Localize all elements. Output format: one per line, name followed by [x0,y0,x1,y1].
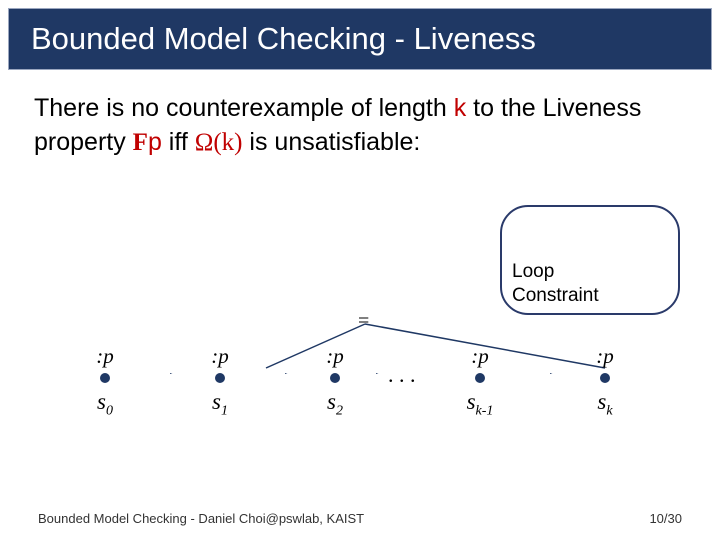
title-bar: Bounded Model Checking - Liveness [8,8,712,70]
arrow-k1-k [490,372,560,374]
dot-icon [475,373,485,383]
state-sub-3: k-1 [476,404,494,419]
body-post: is unsatisfiable: [242,128,420,156]
loop-label-line1: Loop [512,261,554,282]
dot-icon [100,373,110,383]
body-omega: Ω(k) [195,129,243,156]
state-var-1: s [212,389,221,414]
state-sub-2: 2 [336,404,343,419]
arrow-1-2 [225,372,295,374]
dot-icon [330,373,340,383]
state-label-3: sk-1 [435,389,525,420]
state-s0: :p s0 [60,344,150,420]
state-label-4: sk [560,389,650,420]
ellipsis: . . . [388,362,416,388]
state-s1: :p s1 [175,344,265,420]
body-pre: There is no counterexample of length [34,94,454,122]
footer-page-number: 10/30 [649,511,682,526]
dot-icon [600,373,610,383]
body-text: There is no counterexample of length k t… [34,92,686,160]
slide-title: Bounded Model Checking - Liveness [31,21,536,57]
loop-constraint-label: Loop Constraint [512,260,662,308]
state-sub-1: 1 [221,404,228,419]
neg-p-2: :p [290,344,380,369]
state-sub-4: k [606,404,612,419]
state-s2: :p s2 [290,344,380,420]
state-sub-0: 0 [106,404,113,419]
body-k: k [454,94,467,122]
dot-icon [215,373,225,383]
state-var-2: s [327,389,336,414]
state-diagram: = :p s0 :p s1 :p s2 . . . :p sk-1 [60,310,660,440]
state-label-0: s0 [60,389,150,420]
state-var-3: s [467,389,476,414]
loop-label-line2: Constraint [512,285,599,306]
neg-p-4: :p [560,344,650,369]
state-sk: :p sk [560,344,650,420]
footer: Bounded Model Checking - Daniel Choi@psw… [0,511,720,526]
neg-p-1: :p [175,344,265,369]
body-iff: iff [162,128,195,156]
body-p: p [148,128,162,156]
neg-p-0: :p [60,344,150,369]
footer-left: Bounded Model Checking - Daniel Choi@psw… [38,511,364,526]
state-var-0: s [97,389,106,414]
state-label-1: s1 [175,389,265,420]
state-sk-1: :p sk-1 [435,344,525,420]
arrow-2-dots [340,372,386,374]
arrow-0-1 [110,372,180,374]
body-F: F [133,129,148,156]
state-label-2: s2 [290,389,380,420]
slide: Bounded Model Checking - Liveness There … [0,0,720,540]
neg-p-3: :p [435,344,525,369]
